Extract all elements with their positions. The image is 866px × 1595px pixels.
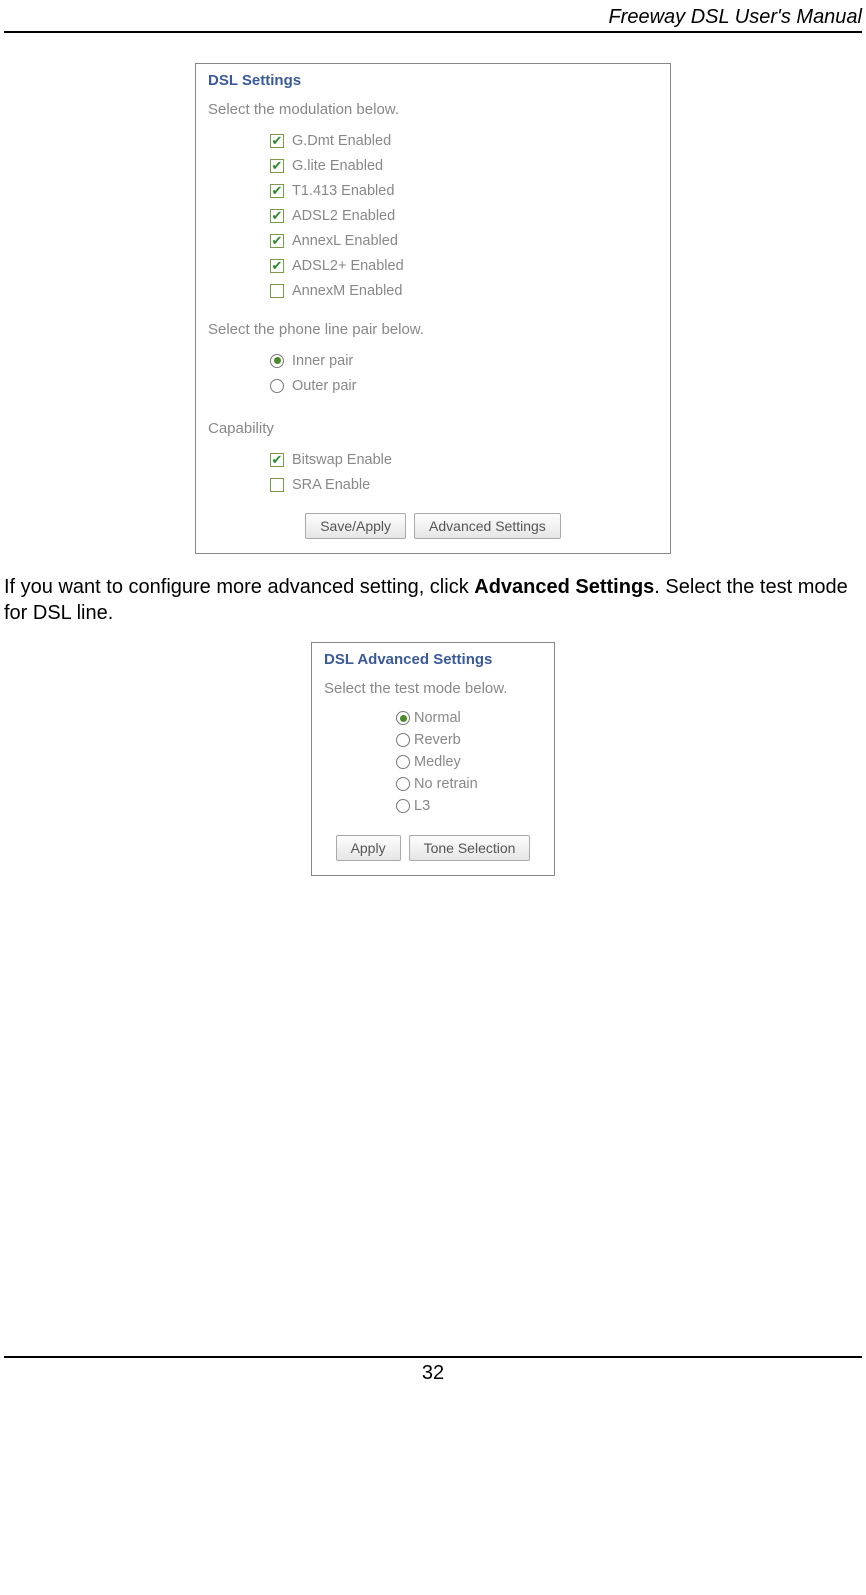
checkbox-label: T1.413 Enabled: [292, 183, 394, 199]
capability-prompt: Capability: [208, 420, 658, 437]
checkbox-row: Bitswap Enable: [270, 447, 658, 472]
radio-icon[interactable]: [270, 379, 284, 393]
pair-list: Inner pair Outer pair: [270, 348, 658, 398]
checkbox-row: T1.413 Enabled: [270, 178, 658, 203]
checkbox-icon[interactable]: [270, 159, 284, 173]
manual-title: Freeway DSL User's Manual: [608, 6, 862, 28]
instruction-bold: Advanced Settings: [474, 576, 654, 598]
dsl-advanced-title: DSL Advanced Settings: [324, 651, 542, 668]
radio-row: L3: [396, 795, 542, 817]
checkbox-row: SRA Enable: [270, 472, 658, 497]
instruction-part1: If you want to configure more advanced s…: [4, 576, 474, 598]
radio-label: Reverb: [414, 732, 461, 748]
radio-row: No retrain: [396, 773, 542, 795]
checkbox-icon[interactable]: [270, 284, 284, 298]
checkbox-row: G.Dmt Enabled: [270, 128, 658, 153]
test-mode-prompt: Select the test mode below.: [324, 680, 542, 697]
checkbox-label: Bitswap Enable: [292, 452, 392, 468]
checkbox-label: ADSL2 Enabled: [292, 208, 395, 224]
instruction-text: If you want to configure more advanced s…: [4, 574, 862, 626]
checkbox-icon[interactable]: [270, 134, 284, 148]
dsl-settings-title: DSL Settings: [208, 72, 658, 89]
radio-icon[interactable]: [396, 711, 410, 725]
radio-label: L3: [414, 798, 430, 814]
radio-label: Medley: [414, 754, 461, 770]
tone-selection-button[interactable]: Tone Selection: [409, 835, 531, 861]
radio-label: No retrain: [414, 776, 478, 792]
checkbox-row: G.lite Enabled: [270, 153, 658, 178]
dsl-advanced-panel: DSL Advanced Settings Select the test mo…: [311, 642, 555, 876]
modulation-prompt: Select the modulation below.: [208, 101, 658, 118]
apply-button[interactable]: Apply: [336, 835, 401, 861]
checkbox-label: G.lite Enabled: [292, 158, 383, 174]
checkbox-icon[interactable]: [270, 259, 284, 273]
radio-row: Outer pair: [270, 373, 658, 398]
pair-prompt: Select the phone line pair below.: [208, 321, 658, 338]
radio-icon[interactable]: [396, 755, 410, 769]
checkbox-row: AnnexM Enabled: [270, 278, 658, 303]
checkbox-icon[interactable]: [270, 234, 284, 248]
checkbox-label: ADSL2+ Enabled: [292, 258, 404, 274]
page-number: 32: [4, 1356, 862, 1385]
radio-icon[interactable]: [396, 777, 410, 791]
checkbox-icon[interactable]: [270, 453, 284, 467]
advanced-settings-button[interactable]: Advanced Settings: [414, 513, 561, 539]
capability-list: Bitswap Enable SRA Enable: [270, 447, 658, 497]
checkbox-row: ADSL2+ Enabled: [270, 253, 658, 278]
dsl-settings-panel: DSL Settings Select the modulation below…: [195, 63, 671, 554]
modulation-list: G.Dmt Enabled G.lite Enabled T1.413 Enable…: [270, 128, 658, 303]
radio-row: Inner pair: [270, 348, 658, 373]
radio-row: Medley: [396, 751, 542, 773]
checkbox-icon[interactable]: [270, 184, 284, 198]
radio-label: Inner pair: [292, 353, 353, 369]
checkbox-label: G.Dmt Enabled: [292, 133, 391, 149]
radio-label: Normal: [414, 710, 461, 726]
radio-icon[interactable]: [396, 799, 410, 813]
radio-icon[interactable]: [270, 354, 284, 368]
save-apply-button[interactable]: Save/Apply: [305, 513, 406, 539]
checkbox-label: AnnexL Enabled: [292, 233, 398, 249]
checkbox-label: SRA Enable: [292, 477, 370, 493]
test-mode-list: Normal Reverb Medley No retrain L3: [396, 707, 542, 817]
radio-row: Normal: [396, 707, 542, 729]
checkbox-row: AnnexL Enabled: [270, 228, 658, 253]
radio-row: Reverb: [396, 729, 542, 751]
checkbox-icon[interactable]: [270, 478, 284, 492]
radio-label: Outer pair: [292, 378, 356, 394]
checkbox-label: AnnexM Enabled: [292, 283, 402, 299]
page-header: Freeway DSL User's Manual: [4, 0, 862, 33]
checkbox-row: ADSL2 Enabled: [270, 203, 658, 228]
checkbox-icon[interactable]: [270, 209, 284, 223]
radio-icon[interactable]: [396, 733, 410, 747]
